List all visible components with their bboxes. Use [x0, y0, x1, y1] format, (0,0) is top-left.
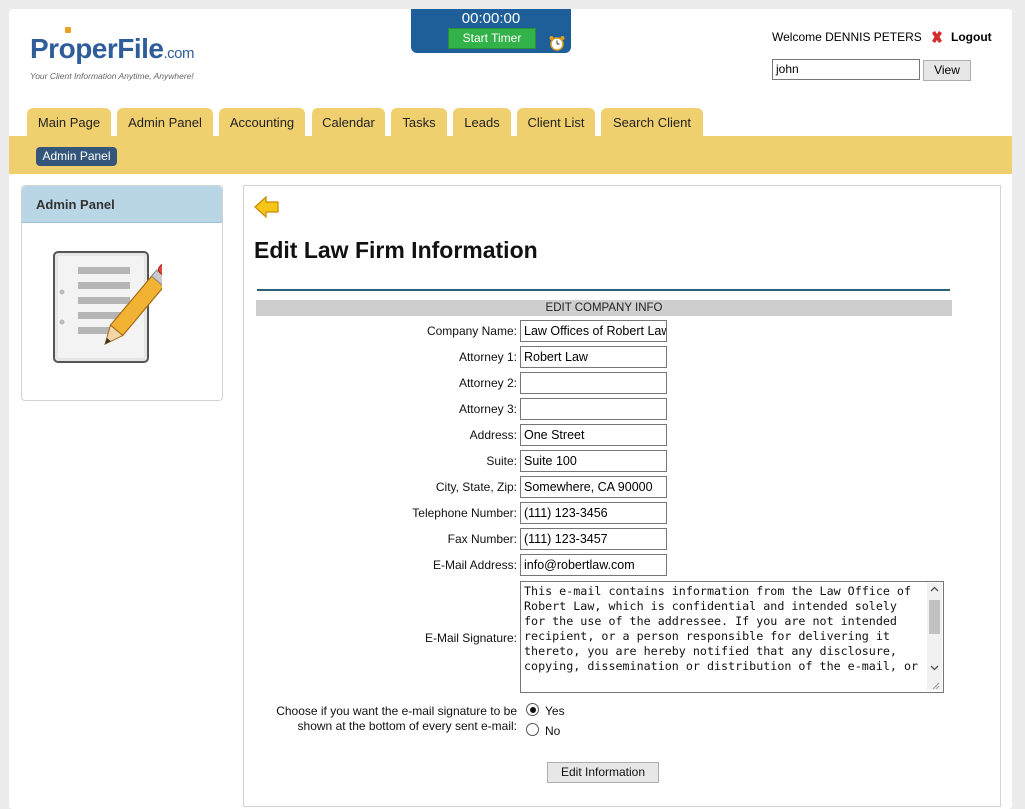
attorney-2-input[interactable] [520, 372, 667, 394]
sidebar-title: Admin Panel [22, 186, 222, 223]
logo-text-o: o [59, 27, 76, 64]
signature-yes-radio[interactable] [526, 703, 539, 716]
logo-text-right: perFile [75, 33, 164, 64]
sub-navigation-bar [9, 136, 1012, 174]
tab-leads[interactable]: Leads [453, 108, 511, 136]
company-name-input[interactable]: Law Offices of Robert Law [520, 320, 667, 342]
scroll-down-icon[interactable] [930, 665, 939, 671]
fax-input[interactable]: (111) 123-3457 [520, 528, 667, 550]
email-signature-textarea[interactable]: This e-mail contains information from th… [520, 581, 944, 693]
show-signature-label-line2: shown at the bottom of every sent e-mail… [297, 719, 517, 733]
title-divider [257, 289, 950, 291]
welcome-text: Welcome DENNIS PETERS [772, 30, 922, 44]
view-button[interactable]: View [923, 60, 971, 81]
city-state-zip-input[interactable]: Somewhere, CA 90000 [520, 476, 667, 498]
start-timer-button[interactable]: Start Timer [448, 28, 536, 49]
sidebar-panel: Admin Panel [21, 185, 223, 401]
telephone-input[interactable]: (111) 123-3456 [520, 502, 667, 524]
attorney-1-input[interactable]: Robert Law [520, 346, 667, 368]
timer-display: 00:00:00 [461, 10, 521, 27]
tab-search-client[interactable]: Search Client [601, 108, 703, 136]
address-input[interactable]: One Street [520, 424, 667, 446]
company-name-label: Company Name: [426, 324, 517, 338]
section-header: EDIT COMPANY INFO [256, 300, 952, 316]
show-signature-label-line1: Choose if you want the e-mail signature … [276, 704, 517, 718]
logout-icon[interactable] [930, 30, 944, 44]
document-edit-icon[interactable] [52, 250, 162, 370]
logout-link[interactable]: Logout [951, 30, 992, 44]
suite-label: Suite: [486, 454, 517, 468]
back-arrow-icon[interactable] [254, 195, 280, 219]
client-search-input[interactable]: john [772, 59, 920, 80]
logo-dot-icon [64, 27, 71, 33]
signature-yes-label: Yes [545, 704, 565, 718]
attorney-3-input[interactable] [520, 398, 667, 420]
logo-domain: .com [163, 45, 195, 62]
suite-input[interactable]: Suite 100 [520, 450, 667, 472]
email-label: E-Mail Address: [432, 558, 517, 572]
edit-information-button[interactable]: Edit Information [547, 762, 659, 783]
tab-admin-panel[interactable]: Admin Panel [117, 108, 213, 136]
tab-accounting[interactable]: Accounting [219, 108, 305, 136]
logo-text-left: Pr [30, 33, 59, 64]
address-label: Address: [469, 428, 517, 442]
alarm-clock-icon[interactable] [548, 35, 566, 51]
email-signature-text: This e-mail contains information from th… [524, 584, 919, 673]
logo[interactable]: Pro perFile.com Your Client Information A… [30, 27, 195, 81]
radio-selected-dot [529, 706, 536, 713]
logo-tagline: Your Client Information Anytime, Anywher… [30, 71, 194, 81]
signature-scrollbar[interactable] [927, 583, 942, 690]
attorney-1-label: Attorney 1: [458, 350, 517, 364]
resize-grip-icon[interactable] [932, 682, 940, 689]
email-signature-label: E-Mail Signature: [424, 631, 517, 645]
tab-client-list[interactable]: Client List [517, 108, 595, 136]
scroll-up-icon[interactable] [930, 586, 939, 592]
tab-tasks[interactable]: Tasks [391, 108, 447, 136]
attorney-3-label: Attorney 3: [458, 402, 517, 416]
signature-no-radio[interactable] [526, 723, 539, 736]
city-state-zip-label: City, State, Zip: [435, 480, 517, 494]
signature-no-label: No [545, 724, 561, 738]
scrollbar-thumb[interactable] [929, 600, 940, 634]
attorney-2-label: Attorney 2: [458, 376, 517, 390]
telephone-label: Telephone Number: [412, 506, 517, 520]
email-input[interactable]: info@robertlaw.com [520, 554, 667, 576]
tab-main-page[interactable]: Main Page [27, 108, 111, 136]
timer-widget: 00:00:00 Start Timer [411, 9, 571, 53]
page-title: Edit Law Firm Information [254, 237, 538, 263]
subtab-admin-panel[interactable]: Admin Panel [36, 147, 117, 166]
fax-label: Fax Number: [447, 532, 517, 546]
tab-calendar[interactable]: Calendar [312, 108, 385, 136]
